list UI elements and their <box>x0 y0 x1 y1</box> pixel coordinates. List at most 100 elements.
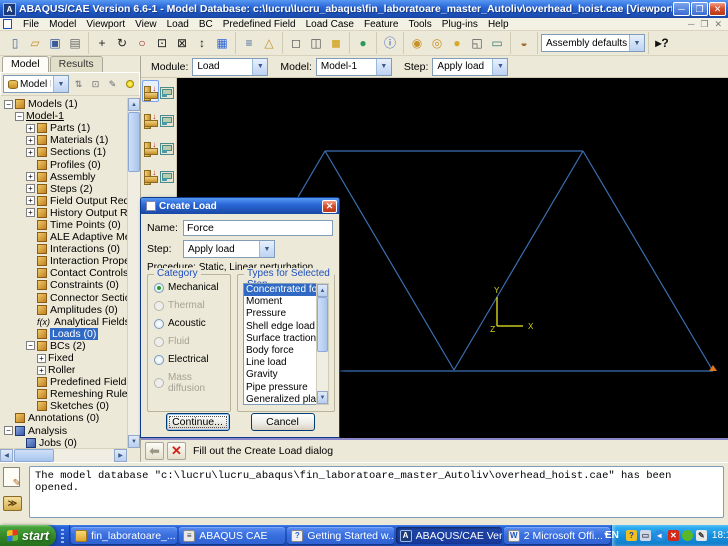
restore-button[interactable]: ❐ <box>691 2 708 16</box>
tree-item-parts-1[interactable]: +Parts (1) <box>0 122 127 134</box>
close-button[interactable]: ✕ <box>709 2 726 16</box>
tree-item-models-1[interactable]: −Models (1) <box>0 98 127 110</box>
tree-item-field-output-requ[interactable]: +Field Output Requ <box>0 195 127 207</box>
tree-item-loads-0[interactable]: Loads (0) <box>0 328 127 340</box>
type-item[interactable]: Moment <box>244 296 316 308</box>
bc-manager-button[interactable] <box>159 108 176 130</box>
display-list-icon[interactable]: ≡ <box>240 34 258 52</box>
name-input[interactable] <box>183 220 333 236</box>
query-info-icon[interactable]: ⓘ <box>381 34 399 52</box>
create-load-button[interactable]: ↓ <box>142 80 159 102</box>
scroll-down-icon[interactable]: ▼ <box>128 435 140 448</box>
tree-item-constraints-0[interactable]: Constraints (0) <box>0 279 127 291</box>
tree-horizontal-scrollbar[interactable]: ◀ ▶ <box>0 448 127 462</box>
context-help-icon[interactable]: ▸? <box>653 34 671 52</box>
tree-item-assembly[interactable]: +Assembly <box>0 171 127 183</box>
filled-circle-icon[interactable]: ● <box>448 34 466 52</box>
menu-tools[interactable]: Tools <box>403 19 436 30</box>
hide-icons-chevron-icon[interactable]: ◂ <box>654 530 665 541</box>
radio-mechanical[interactable]: Mechanical <box>154 282 230 293</box>
tree-item-roller[interactable]: +Roller <box>0 364 127 376</box>
expand-icon[interactable]: + <box>26 208 35 217</box>
scroll-down-icon[interactable]: ▼ <box>317 391 328 404</box>
wireframe-render-icon[interactable]: ◻ <box>287 34 305 52</box>
dialog-close-icon[interactable]: ✕ <box>322 200 337 213</box>
chevron-down-icon[interactable]: ▼ <box>259 241 274 257</box>
tree-vertical-scrollbar[interactable]: ▲ ▼ <box>127 98 140 448</box>
task-fin-laboratoare[interactable]: fin_laboratoare_... <box>71 527 177 544</box>
tree-item-sketches-0[interactable]: Sketches (0) <box>0 400 127 412</box>
step-combo[interactable]: Apply load ▼ <box>432 58 508 76</box>
minimize-button[interactable]: ─ <box>673 2 690 16</box>
tree-item-contact-controls[interactable]: Contact Controls ( <box>0 267 127 279</box>
collapse-icon[interactable]: − <box>15 112 24 121</box>
menu-view[interactable]: View <box>130 19 162 30</box>
load-manager-button[interactable] <box>159 80 176 102</box>
tree-item-annotations-0[interactable]: Annotations (0) <box>0 412 127 424</box>
chevron-down-icon[interactable]: ▼ <box>376 59 391 75</box>
chevron-down-icon[interactable]: ▼ <box>492 59 507 75</box>
tree-item-predefined-fields[interactable]: Predefined Fields ( <box>0 376 127 388</box>
mdi-minimize-icon[interactable]: ─ <box>685 19 697 29</box>
chevron-down-icon[interactable]: ▼ <box>53 76 68 92</box>
tree-item-materials-1[interactable]: +Materials (1) <box>0 134 127 146</box>
scrollbar-thumb[interactable] <box>14 449 54 462</box>
type-item[interactable]: Shell edge load <box>244 321 316 333</box>
tree-item-bcs-2[interactable]: −BCs (2) <box>0 340 127 352</box>
model-combo[interactable]: Model-1 ▼ <box>316 58 392 76</box>
module-combo[interactable]: Load ▼ <box>192 58 268 76</box>
tree-item-profiles-0[interactable]: Profiles (0) <box>0 158 127 170</box>
types-scrollbar[interactable]: ▲ ▼ <box>316 283 329 405</box>
outline-circles-icon[interactable]: ◎ <box>428 34 446 52</box>
command-line-toggle-icon[interactable]: ≫ <box>3 496 22 511</box>
new-file-icon[interactable]: ▯ <box>6 34 24 52</box>
tree-item-time-points-0[interactable]: Time Points (0) <box>0 219 127 231</box>
print-icon[interactable]: ▤ <box>66 34 84 52</box>
task-getting-started-w[interactable]: ?Getting Started w... <box>287 527 393 544</box>
type-item[interactable]: Line load <box>244 357 316 369</box>
link-filter-icon[interactable]: ✎ <box>105 77 120 92</box>
create-bc-button[interactable]: ↓ <box>142 108 159 130</box>
tree-item-interaction-proper[interactable]: Interaction Proper <box>0 255 127 267</box>
hiddenline-render-icon[interactable]: ◫ <box>307 34 325 52</box>
tree-item-analysis[interactable]: −Analysis <box>0 425 127 437</box>
security-shield-icon[interactable]: ✕ <box>668 530 679 541</box>
menu-load[interactable]: Load <box>162 19 194 30</box>
menu-feature[interactable]: Feature <box>359 19 403 30</box>
tree-item-ale-adaptive-mesh[interactable]: ALE Adaptive Mesh <box>0 231 127 243</box>
tree-item-model-1[interactable]: −Model-1 <box>0 110 127 122</box>
expand-icon[interactable]: + <box>37 354 46 363</box>
scrollbar-thumb[interactable] <box>128 112 140 172</box>
continue-button[interactable]: Continue... <box>166 413 230 431</box>
overlay-circles-icon[interactable]: ◉ <box>408 34 426 52</box>
perspective-cone-icon[interactable]: △ <box>260 34 278 52</box>
start-button[interactable]: start <box>0 525 56 546</box>
radio-electrical[interactable]: Electrical <box>154 354 230 365</box>
dialog-title-bar[interactable]: Create Load ✕ <box>141 198 339 214</box>
task-abaqus-cae[interactable]: ≡ABAQUS CAE <box>179 527 285 544</box>
tree-item-amplitudes-0[interactable]: Amplitudes (0) <box>0 304 127 316</box>
menu-plug-ins[interactable]: Plug-ins <box>437 19 483 30</box>
chevron-down-icon[interactable]: ▼ <box>252 59 267 75</box>
tree-item-connector-section[interactable]: Connector Section <box>0 292 127 304</box>
status-dot-icon[interactable] <box>682 530 693 541</box>
render-sphere-icon[interactable]: ● <box>354 34 372 52</box>
dialog-step-combo[interactable]: Apply load ▼ <box>183 240 275 258</box>
scroll-right-icon[interactable]: ▶ <box>114 449 127 462</box>
menu-viewport[interactable]: Viewport <box>81 19 130 30</box>
viewport-tile-icon[interactable]: ◱ <box>468 34 486 52</box>
spin-arrows-icon[interactable]: ⇅ <box>71 77 86 92</box>
types-list[interactable]: Concentrated forceMomentPressureShell ed… <box>243 283 317 405</box>
view-options-icon[interactable]: ▦ <box>213 34 231 52</box>
create-predefined-field-button[interactable]: ↓ <box>142 136 159 158</box>
type-item[interactable]: Pressure <box>244 308 316 320</box>
color-code-combo[interactable]: Assembly defaults ▼ <box>541 34 645 52</box>
window-menu-icon[interactable] <box>3 19 12 29</box>
zoom-vertical-icon[interactable]: ↕ <box>193 34 211 52</box>
task-abaqus-cae-ver[interactable]: AABAQUS/CAE Ver... <box>396 527 502 544</box>
scrollbar-thumb[interactable] <box>317 297 328 352</box>
type-item[interactable]: Surface traction <box>244 333 316 345</box>
fit-view-icon[interactable]: ⊠ <box>173 34 191 52</box>
lightbulb-icon[interactable] <box>122 77 137 92</box>
type-item[interactable]: Gravity <box>244 369 316 381</box>
